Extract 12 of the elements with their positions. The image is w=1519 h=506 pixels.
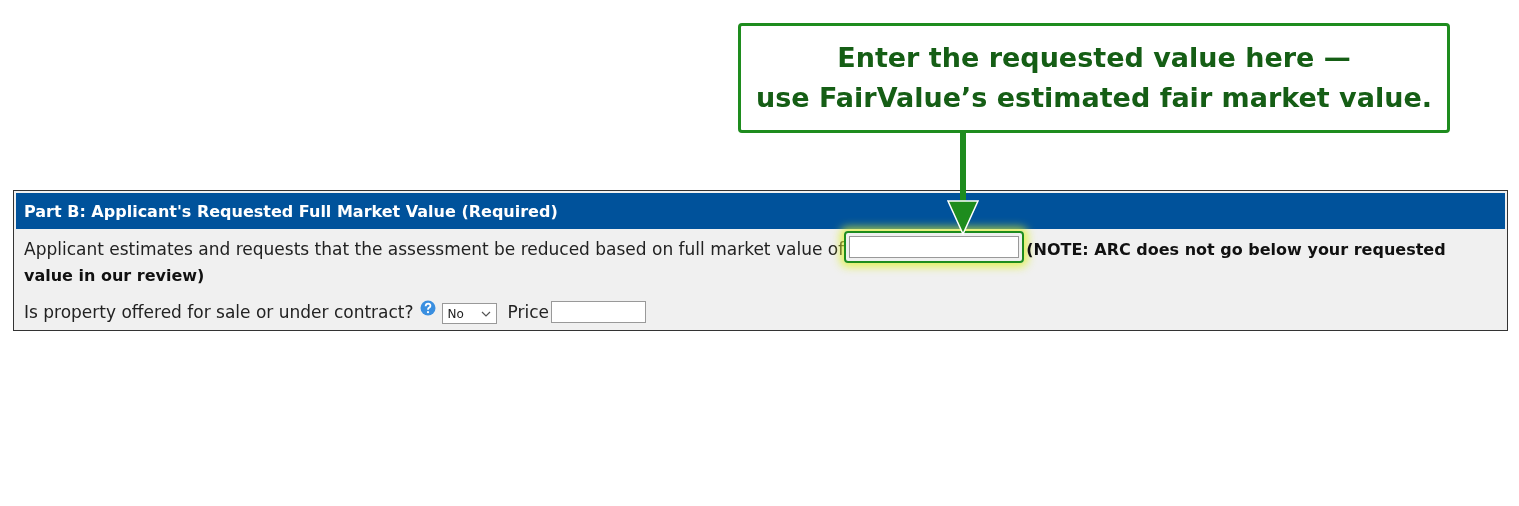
sale-dropdown[interactable]: No [441, 303, 497, 324]
question-label: Is property offered for sale or under contract? [24, 301, 414, 322]
help-icon[interactable] [419, 299, 436, 316]
price-field[interactable] [551, 300, 647, 323]
callout-box: Enter the requested value here — use FairValue’s estimated fair market value. [738, 23, 1450, 133]
price-label: Price [507, 301, 550, 322]
caret-icon [480, 310, 491, 317]
highlighted-value-field[interactable] [844, 231, 1025, 263]
note-text: value in our review) [24, 265, 205, 287]
field-label: Applicant estimates and requests that the assessment be reduced based on full market value of [24, 239, 845, 259]
section-header: Part B: Applicant's Requested Full Market Value (Required) [16, 193, 1505, 229]
note-text: (NOTE: ARC does not go below your requested [1026, 240, 1446, 259]
